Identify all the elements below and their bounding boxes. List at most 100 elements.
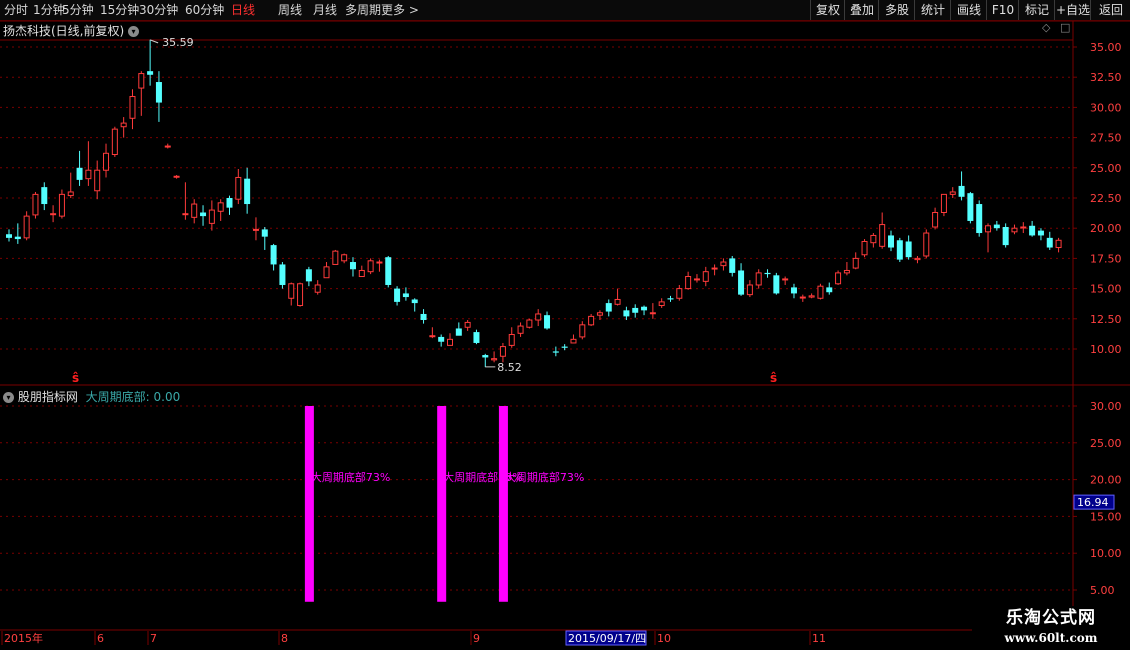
candle-body-up (861, 240, 868, 256)
indicator-bar (304, 406, 314, 602)
candle-body-up (870, 234, 877, 244)
candle-body-up (614, 298, 621, 305)
candle-body-down (958, 185, 965, 197)
candle-body-up (341, 254, 348, 262)
date-label: 11 (812, 632, 826, 645)
candle-body-up (685, 276, 692, 290)
watermark-url: www.60lt.com (1004, 631, 1098, 645)
candle-body-up (32, 193, 39, 216)
date-label: 6 (97, 632, 104, 645)
candle-body-down (394, 288, 401, 302)
candle-body-up (526, 319, 533, 328)
candle-body-up (570, 338, 577, 344)
candle-body-down (552, 351, 559, 353)
candle-body-up (658, 301, 665, 307)
low-price-label: 8.52 (497, 361, 522, 374)
candle-body-down (305, 269, 312, 282)
candle-body-up (208, 209, 215, 224)
candle-body-up (985, 225, 992, 233)
candle-body-up (702, 271, 709, 282)
candle-body-down (896, 240, 903, 260)
candle-body-up (835, 272, 842, 285)
indicator-bar-label: 大周期底部73% (505, 470, 584, 484)
candle-body-down (455, 328, 462, 336)
price-tick-label: 22.50 (1090, 192, 1122, 205)
candle-body-down (641, 306, 648, 311)
candle-body-up (596, 312, 603, 316)
date-label: 8 (281, 632, 288, 645)
price-tick-label: 27.50 (1090, 132, 1122, 145)
candle-body-up (429, 335, 436, 338)
candle-body-up (588, 315, 595, 326)
indicator-tick-label: 20.00 (1090, 474, 1122, 487)
candle-body-down (420, 313, 427, 321)
candle-body-up (817, 285, 824, 299)
candle-body-up (288, 283, 295, 299)
signal-marker: ŝ (770, 371, 777, 385)
candle-body-up (535, 313, 542, 321)
indicator-bar (498, 406, 508, 602)
candle-body-down (402, 293, 409, 298)
candle-body-up (649, 312, 656, 315)
candle-body-down (147, 71, 154, 75)
candle-body-down (605, 303, 612, 312)
candle-body-down (623, 310, 630, 317)
candle-body-up (358, 269, 365, 278)
candle-body-down (226, 198, 233, 208)
indicator-bar-label: 大周期底部73% (311, 470, 390, 484)
candle-body-up (720, 261, 727, 267)
candle-body-up (852, 257, 859, 269)
candle-body-down (667, 298, 674, 300)
candle-body-up (191, 203, 198, 218)
date-label: 7 (150, 632, 157, 645)
candle-body-up (85, 169, 92, 180)
candle-body-down (270, 245, 277, 265)
candle-body-down (1046, 237, 1053, 248)
date-label: 9 (473, 632, 480, 645)
candle-body-up (499, 346, 506, 357)
candle-body-up (693, 278, 700, 281)
candle-body-up (111, 128, 118, 156)
candle-body-down (826, 287, 833, 293)
candle-body-down (764, 272, 771, 275)
candle-body-down (41, 187, 48, 205)
candle-body-up (1011, 227, 1018, 233)
candle-body-up (923, 232, 930, 257)
candle-body-up (164, 145, 171, 148)
watermark: 乐淘公式网 www.60lt.com (972, 606, 1130, 650)
candle-body-up (120, 122, 127, 128)
candle-body-up (843, 269, 850, 274)
indicator-bar (437, 406, 447, 602)
candle-body-down (967, 193, 974, 221)
high-price-label: 35.59 (162, 36, 194, 49)
candle-body-up (914, 257, 921, 261)
chart-canvas[interactable]: 10.00 12.50 15.00 17.50 20.00 22.50 25.00 27.50… (0, 0, 1130, 650)
candle-body-up (799, 296, 806, 299)
candle-body-up (879, 224, 886, 247)
candle-body-down (349, 262, 356, 270)
candle-body-up (464, 321, 471, 328)
candle-body-up (103, 152, 110, 171)
signal-marker: ŝ (72, 371, 79, 385)
candle-body-up (949, 191, 956, 195)
candle-body-up (67, 191, 74, 197)
candle-body-up (755, 272, 762, 286)
candle-body-down (1037, 230, 1044, 236)
candle-body-up (138, 73, 145, 89)
candle-body-down (905, 241, 912, 258)
candle-body-down (473, 332, 480, 343)
candle-body-down (438, 336, 445, 342)
candle-body-down (976, 204, 983, 234)
candle-body-up (746, 284, 753, 296)
indicator-tick-label: 30.00 (1090, 400, 1122, 413)
price-tick-label: 25.00 (1090, 162, 1122, 175)
candle-body-up (94, 169, 101, 192)
candle-body-down (888, 235, 894, 248)
candle-body-down (544, 315, 551, 329)
candle-body-up (332, 250, 339, 265)
candle-body-up (1020, 226, 1027, 229)
candle-body-down (561, 346, 568, 348)
candle-body-down (790, 287, 797, 294)
candle-body-down (1002, 226, 1009, 246)
candle-body-up (182, 213, 189, 216)
